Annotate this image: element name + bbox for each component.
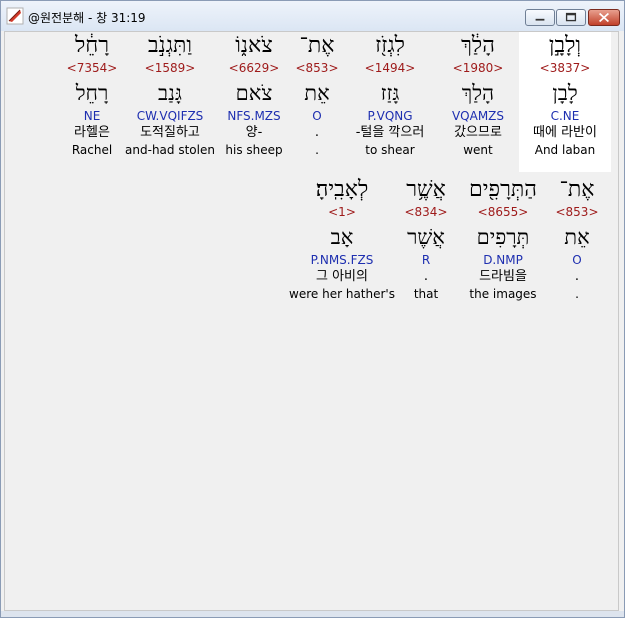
interlinear-panel[interactable]: וְלָבָ֣ן <3837> לָבָן C.NE 때에 라반이 And la… [4, 31, 619, 611]
word-column[interactable]: הָלַ֔ךְ <1980> הָלַךְ VQAMZS 갔으므로 went [437, 32, 519, 158]
korean-gloss: . [423, 269, 429, 284]
english-gloss: . [575, 287, 579, 301]
parsing-code: NFS.MZS [227, 109, 281, 123]
lemma: אֵת [304, 81, 330, 105]
word-column[interactable]: וְלָבָ֣ן <3837> לָבָן C.NE 때에 라반이 And la… [519, 32, 611, 172]
word-column[interactable]: רָחֵ֔ל <7354> רָחֵל NE 라헬은 Rachel [61, 32, 123, 158]
title-bar[interactable]: @원전분해 - 창 31:19 [1, 1, 624, 31]
english-gloss: to shear [365, 143, 415, 157]
hebrew-word: הָלַ֔ךְ [461, 33, 495, 58]
lemma: גָּזַז [380, 81, 400, 105]
lemma: גָּנַב [158, 81, 182, 105]
hebrew-word: אֲשֶׁ֥ר [406, 177, 446, 202]
english-gloss: that [413, 287, 439, 301]
strong-number[interactable]: <834> [397, 204, 455, 220]
parsing-code: C.NE [550, 109, 580, 123]
word-column[interactable]: לִגְזֹ֖ז <1494> גָּזַז P.VQNG -털을 깍으러 to… [345, 32, 435, 158]
parsing-code: R [421, 253, 431, 267]
strong-number[interactable]: <1494> [345, 60, 435, 76]
word-column[interactable]: לְאָבִֽיהָ׃ <1> אָב P.NMS.FZS 그 아비의 were… [289, 176, 395, 302]
app-feather-icon [6, 7, 24, 25]
strong-number[interactable]: <8655> [457, 204, 549, 220]
english-gloss: his sheep [225, 143, 283, 157]
hebrew-word: וַתִּגְנֹ֣ב [147, 33, 193, 58]
hebrew-word: אֶת־ [559, 177, 595, 202]
close-icon [598, 12, 610, 23]
bottom-border [1, 611, 624, 617]
korean-gloss: . [574, 269, 580, 284]
parsing-code: D.NMP [483, 253, 523, 267]
english-gloss: and-had stolen [125, 143, 215, 157]
korean-gloss: 갔으므로 [454, 125, 502, 140]
korean-gloss: 드라빔을 [479, 269, 527, 284]
maximize-icon [565, 12, 577, 22]
hebrew-word: הַתְּרָפִ֖ים [469, 177, 537, 202]
korean-gloss: 양- [245, 125, 263, 140]
parsing-code: CW.VQIFZS [136, 109, 204, 123]
strong-number[interactable]: <3837> [519, 60, 611, 76]
english-gloss: Rachel [71, 143, 113, 157]
lemma: לָבָן [552, 81, 578, 105]
parsing-code: VQAMZS [451, 109, 505, 123]
app-window: @원전분해 - 창 31:19 וְלָבָ֣ן <3837> לָבָן C.… [0, 0, 625, 618]
hebrew-word: רָחֵ֔ל [74, 33, 110, 58]
minimize-icon [535, 18, 545, 21]
strong-number[interactable]: <1589> [123, 60, 217, 76]
word-column[interactable]: אֶת־ <853> אֵת O . . [549, 176, 605, 302]
korean-gloss: 도적질하고 [140, 125, 200, 140]
lemma: אֲשֶׁר [407, 225, 445, 249]
hebrew-word: צֹאנ֑וֹ [235, 33, 273, 58]
strong-number[interactable]: <853> [549, 204, 605, 220]
parsing-code: P.NMS.FZS [310, 253, 374, 267]
word-column[interactable]: אֶת־ <853> אֵת O . . [291, 32, 343, 158]
korean-gloss: 때에 라반이 [533, 125, 597, 140]
parsing-code: NE [83, 109, 101, 123]
hebrew-word: לְאָבִֽיהָ׃ [315, 177, 369, 202]
korean-gloss: . [314, 125, 320, 140]
strong-number[interactable]: <1980> [437, 60, 519, 76]
lemma: תְּרָפִים [476, 225, 530, 249]
parsing-code: O [572, 253, 582, 267]
lemma: צֹאם [235, 81, 273, 105]
lemma: אֵת [564, 225, 590, 249]
word-column[interactable]: צֹאנ֑וֹ <6629> צֹאם NFS.MZS 양- his sheep [217, 32, 291, 158]
parsing-code: P.VQNG [367, 109, 413, 123]
strong-number[interactable]: <6629> [217, 60, 291, 76]
strong-number[interactable]: <853> [291, 60, 343, 76]
english-gloss: went [463, 143, 493, 157]
minimize-button[interactable] [525, 9, 555, 26]
strong-number[interactable]: <1> [289, 204, 395, 220]
korean-gloss: -털을 깍으러 [355, 125, 425, 140]
word-column[interactable]: וַתִּגְנֹ֣ב <1589> גָּנַב CW.VQIFZS 도적질하… [123, 32, 217, 158]
lemma: אָב [330, 225, 354, 249]
english-gloss: the images [469, 287, 537, 301]
hebrew-word: וְלָבָ֣ן [548, 33, 582, 58]
lemma: רָחֵל [75, 81, 109, 105]
word-column[interactable]: הַתְּרָפִ֖ים <8655> תְּרָפִים D.NMP 드라빔을… [457, 176, 549, 302]
korean-gloss: 그 아비의 [316, 269, 368, 284]
english-gloss: And laban [534, 143, 596, 157]
window-title: @원전분해 - 창 31:19 [28, 11, 146, 25]
close-button[interactable] [588, 9, 620, 26]
lemma: הָלַךְ [461, 81, 495, 105]
word-column[interactable]: אֲשֶׁ֥ר <834> אֲשֶׁר R . that [397, 176, 455, 302]
maximize-button[interactable] [556, 9, 586, 26]
strong-number[interactable]: <7354> [61, 60, 123, 76]
korean-gloss: 라헬은 [74, 125, 110, 140]
hebrew-word: לִגְזֹ֖ז [375, 33, 405, 58]
parsing-code: O [312, 109, 322, 123]
hebrew-word: אֶת־ [299, 33, 335, 58]
english-gloss: were her hather's [289, 287, 395, 301]
english-gloss: . [315, 143, 319, 157]
